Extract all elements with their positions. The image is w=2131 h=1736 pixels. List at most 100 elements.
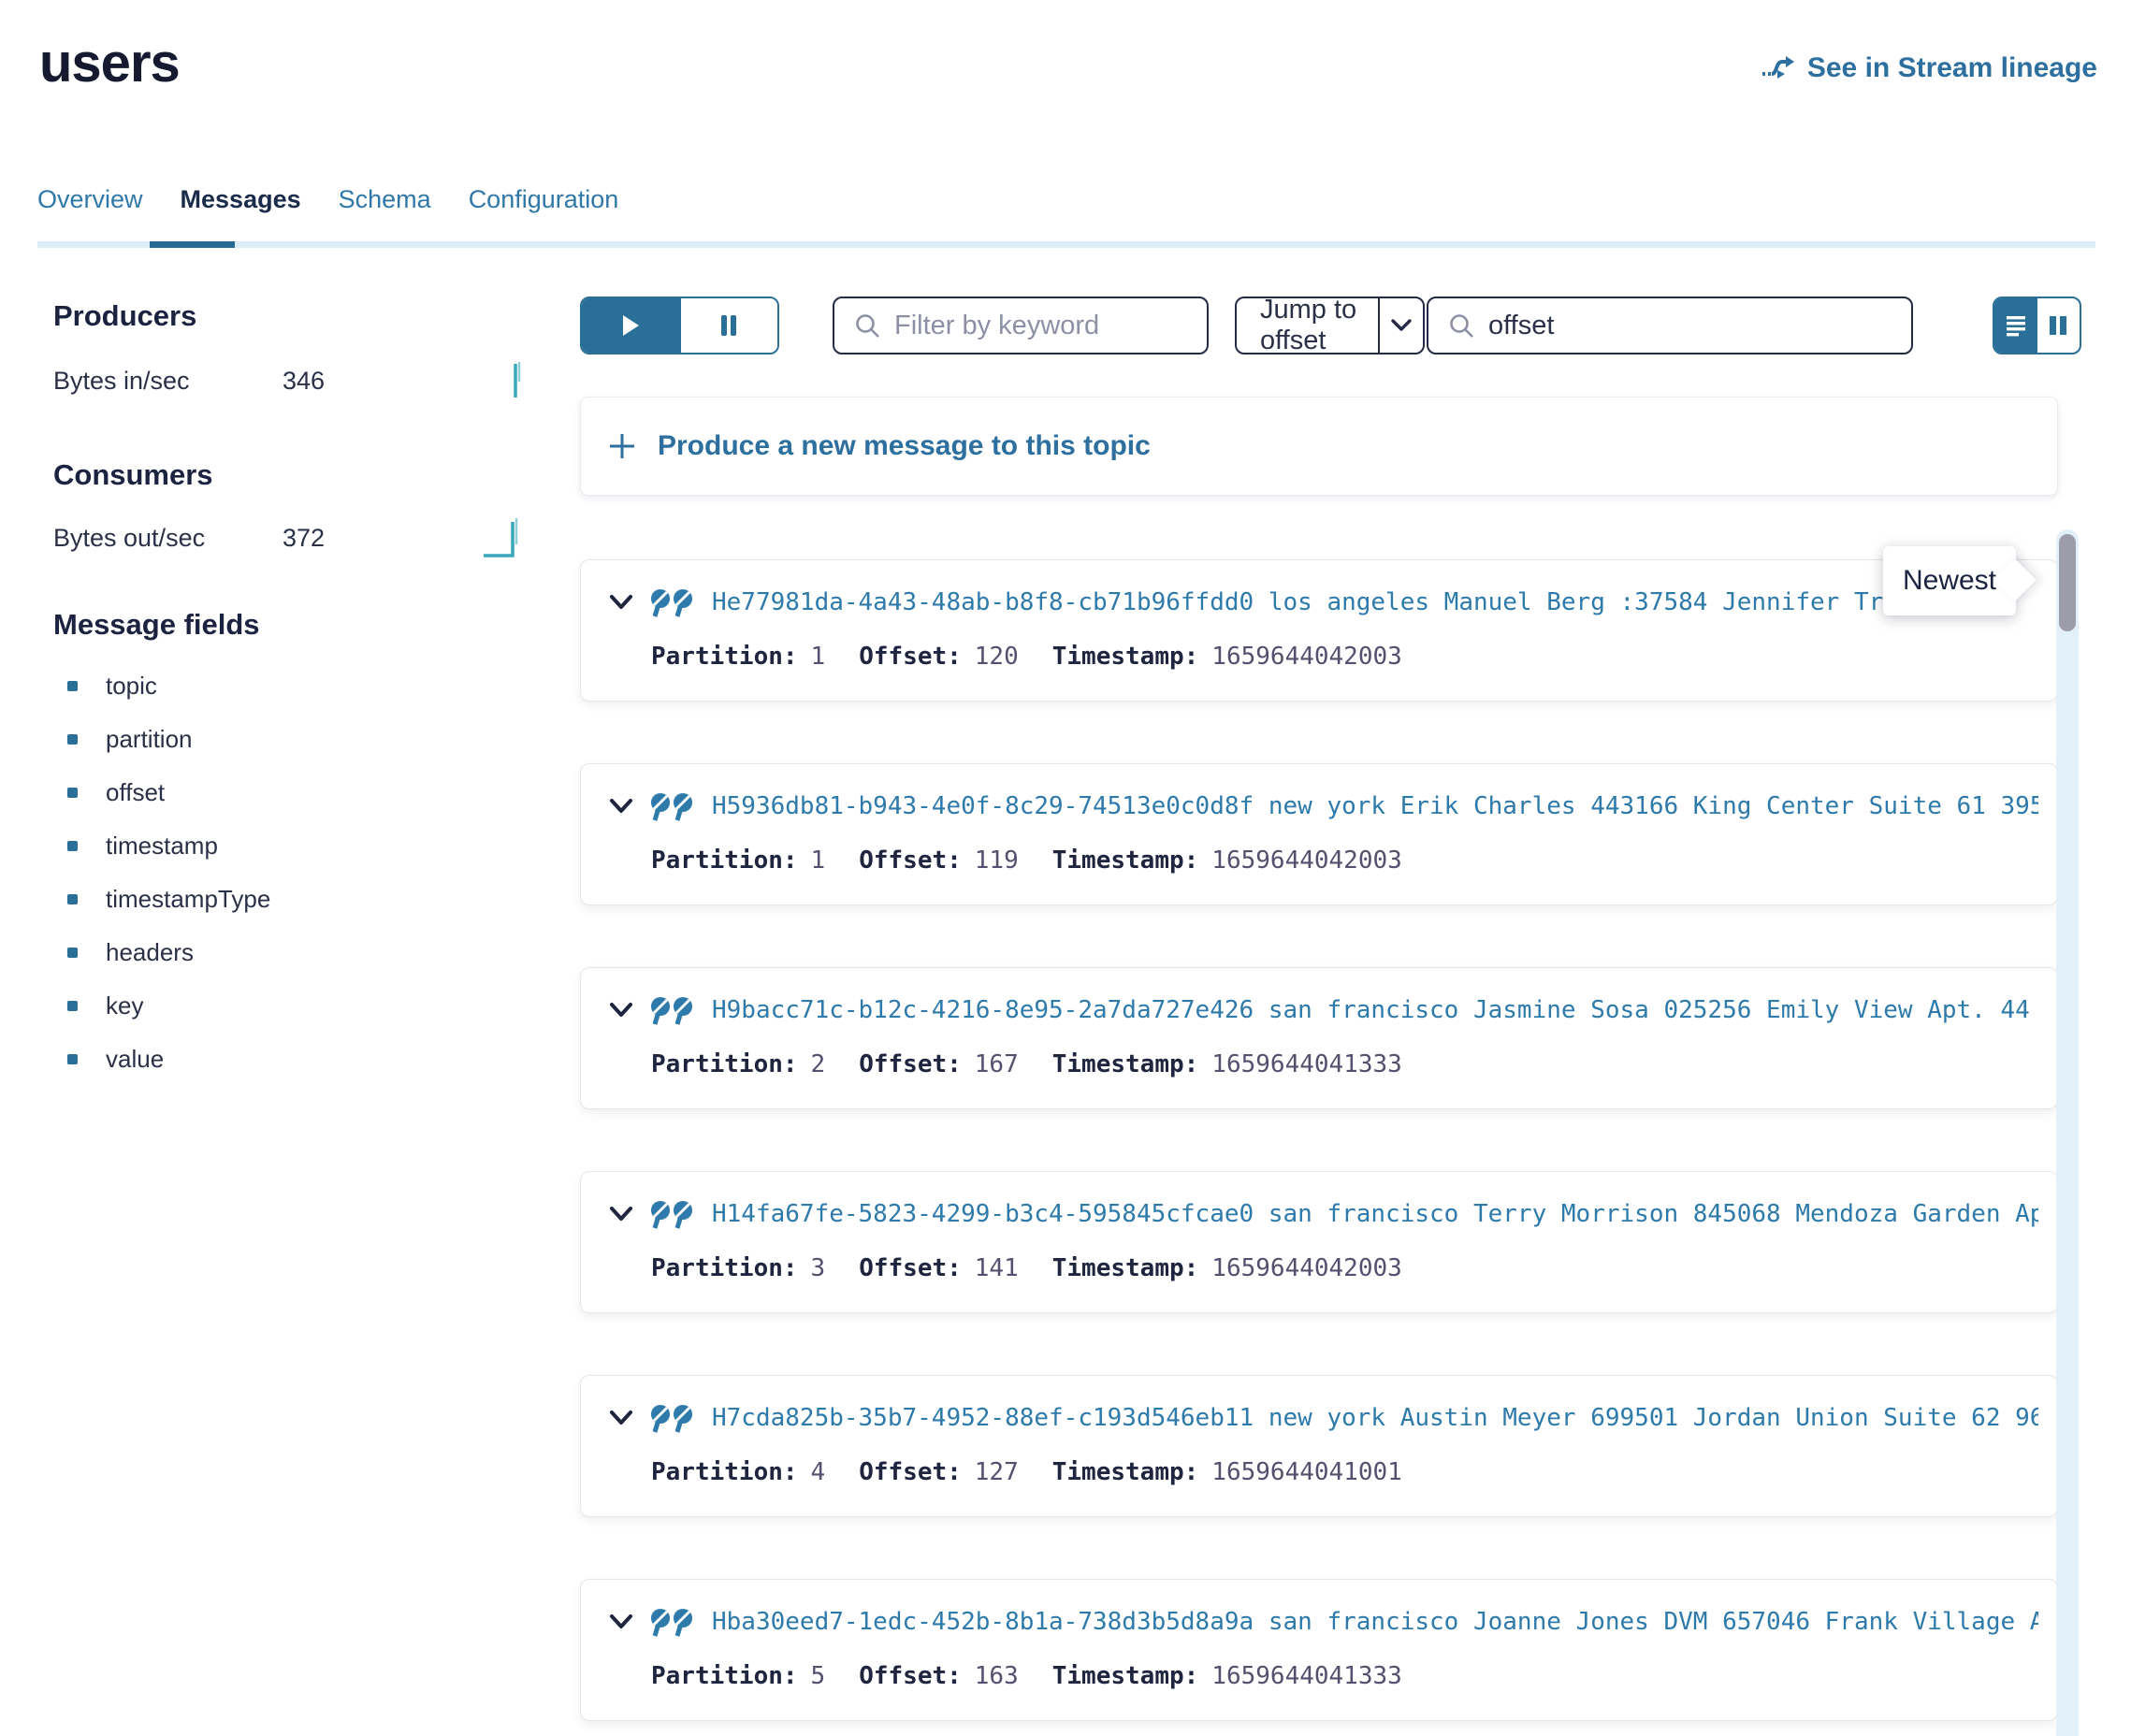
field-bullet-icon xyxy=(67,894,78,904)
field-item-value[interactable]: value xyxy=(53,1033,270,1086)
message-row[interactable]: H5936db81-b943-4e0f-8c29-74513e0c0d8f ne… xyxy=(580,763,2058,905)
view-toggle-group xyxy=(1993,297,2081,354)
tab-messages[interactable]: Messages xyxy=(181,185,301,214)
offset-search-box xyxy=(1427,297,1913,354)
list-view-button[interactable] xyxy=(1994,298,2037,353)
partition-value: 4 xyxy=(811,1458,826,1486)
timestamp-value: 1659644041001 xyxy=(1211,1458,1402,1486)
offset-value: 163 xyxy=(975,1662,1019,1690)
timestamp-value: 1659644041333 xyxy=(1211,1050,1402,1078)
pause-button[interactable] xyxy=(679,298,778,353)
bytes-out-label: Bytes out/sec xyxy=(53,524,205,553)
expand-chevron-icon[interactable] xyxy=(609,594,633,611)
timestamp-value: 1659644041333 xyxy=(1211,1662,1402,1690)
timestamp-label: Timestamp: xyxy=(1052,643,1199,671)
chevron-down-icon xyxy=(1378,298,1423,353)
message-list-scrollbar-track[interactable] xyxy=(2056,529,2079,1736)
key-icon xyxy=(648,994,697,1026)
field-label: partition xyxy=(106,725,193,754)
field-item-partition[interactable]: partition xyxy=(53,713,270,766)
play-pause-group xyxy=(580,297,779,354)
field-bullet-icon xyxy=(67,948,78,958)
tab-bar: Overview Messages Schema Configuration xyxy=(37,185,618,214)
field-item-timestampType[interactable]: timestampType xyxy=(53,873,270,926)
timestamp-label: Timestamp: xyxy=(1052,1662,1199,1690)
message-summary: Hba30eed7-1edc-452b-8b1a-738d3b5d8a9a sa… xyxy=(712,1608,2038,1636)
message-row[interactable]: H7cda825b-35b7-4952-88ef-c193d546eb11 ne… xyxy=(580,1375,2058,1517)
message-row[interactable]: Hba30eed7-1edc-452b-8b1a-738d3b5d8a9a sa… xyxy=(580,1579,2058,1721)
message-row[interactable]: H9bacc71c-b12c-4216-8e95-2a7da727e426 sa… xyxy=(580,967,2058,1109)
key-icon xyxy=(648,1606,697,1638)
partition-value: 1 xyxy=(811,846,826,875)
field-label: topic xyxy=(106,672,157,701)
offset-label: Offset: xyxy=(859,1050,962,1078)
message-list: He77981da-4a43-48ab-b8f8-cb71b96ffdd0 lo… xyxy=(580,559,2058,1721)
message-meta: Partition:2 Offset:167 Timestamp:1659644… xyxy=(651,1050,1402,1078)
timestamp-value: 1659644042003 xyxy=(1211,846,1402,875)
partition-label: Partition: xyxy=(651,1254,798,1282)
field-label: value xyxy=(106,1045,164,1074)
expand-chevron-icon[interactable] xyxy=(609,798,633,815)
tab-underline-track xyxy=(37,241,2095,248)
expand-chevron-icon[interactable] xyxy=(609,1613,633,1630)
expand-chevron-icon[interactable] xyxy=(609,1002,633,1019)
expand-chevron-icon[interactable] xyxy=(609,1206,633,1222)
play-button[interactable] xyxy=(582,298,679,353)
newest-tooltip-label: Newest xyxy=(1903,565,1996,597)
partition-label: Partition: xyxy=(651,643,798,671)
field-label: timestampType xyxy=(106,885,270,914)
producers-metric-row: Bytes in/sec 346 xyxy=(53,367,325,396)
message-list-scrollbar-thumb[interactable] xyxy=(2059,534,2076,631)
consumers-sparkline xyxy=(482,514,525,559)
offset-value: 120 xyxy=(975,643,1019,671)
producers-heading: Producers xyxy=(53,299,196,333)
message-row[interactable]: He77981da-4a43-48ab-b8f8-cb71b96ffdd0 lo… xyxy=(580,559,2058,702)
tab-configuration[interactable]: Configuration xyxy=(469,185,619,214)
field-label: headers xyxy=(106,938,194,967)
produce-message-button[interactable]: Produce a new message to this topic xyxy=(580,397,2058,496)
timestamp-label: Timestamp: xyxy=(1052,1254,1199,1282)
timestamp-label: Timestamp: xyxy=(1052,1458,1199,1486)
message-summary: H5936db81-b943-4e0f-8c29-74513e0c0d8f ne… xyxy=(712,792,2038,820)
messages-toolbar: Jump to offset xyxy=(580,297,2081,354)
message-summary: H14fa67fe-5823-4299-b3c4-595845cfcae0 sa… xyxy=(712,1200,2038,1228)
pause-icon xyxy=(719,313,738,338)
page-title: users xyxy=(39,32,180,94)
timestamp-value: 1659644042003 xyxy=(1211,643,1402,671)
field-item-timestamp[interactable]: timestamp xyxy=(53,819,270,873)
timestamp-label: Timestamp: xyxy=(1052,1050,1199,1078)
tab-overview[interactable]: Overview xyxy=(37,185,143,214)
field-item-topic[interactable]: topic xyxy=(53,659,270,713)
message-row[interactable]: H14fa67fe-5823-4299-b3c4-595845cfcae0 sa… xyxy=(580,1171,2058,1313)
jump-to-offset-select[interactable]: Jump to offset xyxy=(1235,297,1425,354)
filter-input-box xyxy=(833,297,1209,354)
tab-schema[interactable]: Schema xyxy=(339,185,431,214)
field-bullet-icon xyxy=(67,1001,78,1011)
message-summary: H9bacc71c-b12c-4216-8e95-2a7da727e426 sa… xyxy=(712,996,2038,1024)
expand-chevron-icon[interactable] xyxy=(609,1410,633,1426)
offset-search-input[interactable] xyxy=(1488,311,1911,341)
offset-label: Offset: xyxy=(859,1458,962,1486)
message-meta: Partition:1 Offset:120 Timestamp:1659644… xyxy=(651,643,1402,671)
filter-keyword-input[interactable] xyxy=(894,311,1207,341)
message-fields-heading: Message fields xyxy=(53,608,260,642)
key-icon xyxy=(648,790,697,822)
partition-label: Partition: xyxy=(651,846,798,875)
partition-value: 1 xyxy=(811,643,826,671)
offset-value: 119 xyxy=(975,846,1019,875)
column-view-button[interactable] xyxy=(2037,298,2080,353)
timestamp-value: 1659644042003 xyxy=(1211,1254,1402,1282)
field-bullet-icon xyxy=(67,734,78,745)
partition-value: 5 xyxy=(811,1662,826,1690)
key-icon xyxy=(648,1198,697,1230)
partition-value: 3 xyxy=(811,1254,826,1282)
bytes-in-value: 346 xyxy=(283,367,325,396)
message-meta: Partition:4 Offset:127 Timestamp:1659644… xyxy=(651,1458,1402,1486)
stream-lineage-link[interactable]: See in Stream lineage xyxy=(1761,52,2097,84)
field-item-offset[interactable]: offset xyxy=(53,766,270,819)
offset-value: 167 xyxy=(975,1050,1019,1078)
field-item-key[interactable]: key xyxy=(53,979,270,1033)
field-label: offset xyxy=(106,778,165,807)
field-item-headers[interactable]: headers xyxy=(53,926,270,979)
newest-tooltip: Newest xyxy=(1883,546,2016,615)
